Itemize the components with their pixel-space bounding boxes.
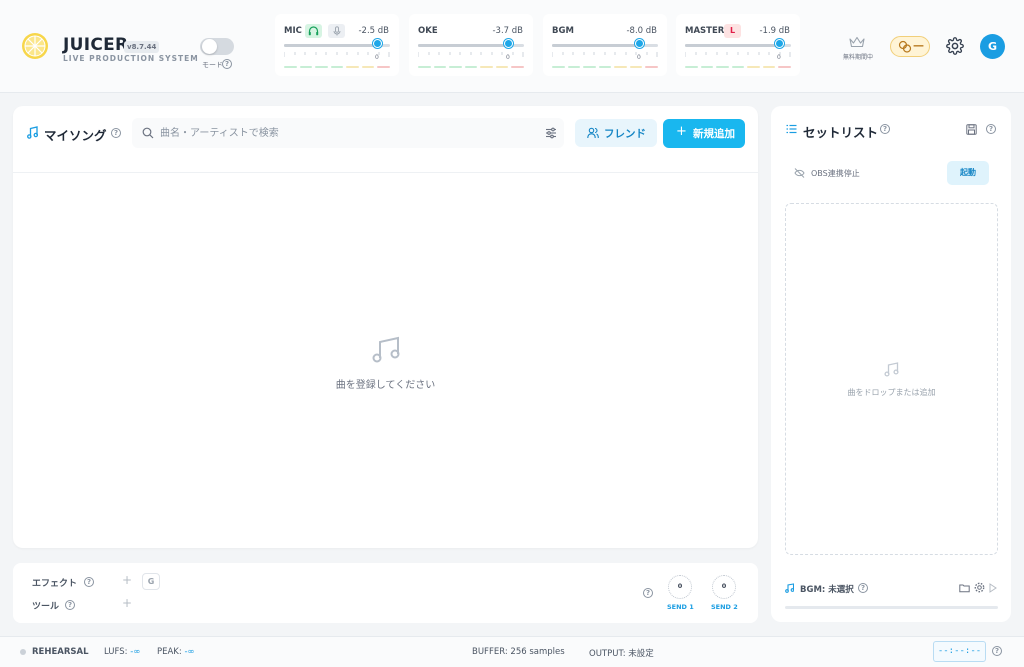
coins-icon [898,40,912,53]
divider [13,172,758,173]
app-subtitle: LIVE PRODUCTION SYSTEM [63,54,199,63]
meter-mic: MIC -2.5 dB 0 [275,14,399,76]
send-2-knob[interactable]: 0 [712,575,736,599]
meter-master: MASTER L -1.9 dB 0 [676,14,800,76]
bgm-label: BGM: 未選択 [800,585,854,595]
trial-label: 無料期間中 [843,54,874,61]
meter-name: BGM [552,26,574,36]
obs-link-off-icon [794,168,805,178]
meter-fader-fill [418,44,508,47]
meter-level-bar [552,66,659,68]
mode-toggle-knob[interactable] [202,39,217,54]
meter-zero-mark: 0 [637,54,641,61]
crown-icon[interactable] [849,36,865,48]
obs-status-label: OBS連携停止 [811,169,860,178]
meter-db-value: -1.9 dB [759,26,790,36]
plus-icon: + [676,124,687,139]
meter-db-value: -8.0 dB [626,26,657,36]
setlist-title: セットリスト [803,125,879,140]
channel-chip[interactable]: L [724,24,741,38]
send-help-icon[interactable]: ? [643,588,653,598]
meter-name: OKE [418,26,438,36]
meter-fader-knob[interactable] [373,39,382,48]
meter-fader-knob[interactable] [775,39,784,48]
song-search-input[interactable] [160,121,530,145]
headphone-monitor-icon[interactable] [305,24,322,38]
buffer-readout: BUFFER: 256 samples [472,647,565,657]
music-note-icon [27,126,38,139]
play-icon[interactable] [989,583,997,593]
meter-fader-knob[interactable] [504,39,513,48]
save-icon[interactable] [966,124,977,135]
mode-label: モード [202,61,223,69]
meter-zero-mark: 0 [777,54,781,61]
meter-fader-knob[interactable] [635,39,644,48]
meter-scale-ticks [685,52,791,57]
empty-state-message: 曲を登録してください [335,380,436,391]
meter-db-value: -3.7 dB [492,26,523,36]
tool-label: ツール [32,602,60,612]
bgm-music-note-icon [785,583,794,593]
mic-mute-icon[interactable] [328,24,345,38]
bgm-progress-bar[interactable] [785,606,998,609]
meter-zero-mark: 0 [506,54,510,61]
timecode-display[interactable]: --:--:-- [933,641,986,662]
lufs-value: -∞ [130,647,141,657]
meter-bgm: BGM -8.0 dB 0 [543,14,667,76]
meter-fader-fill [284,44,377,47]
meter-name: MIC [284,26,302,36]
settings-gear-icon[interactable] [946,37,964,55]
meter-fader-fill [552,44,639,47]
bgm-settings-gear-icon[interactable] [974,582,985,593]
statusbar-help-icon[interactable]: ? [992,646,1002,656]
drop-music-note-icon [884,362,899,377]
meter-oke: OKE -3.7 dB 0 [409,14,533,76]
send-2-label: SEND 2 [711,603,738,611]
my-songs-help-icon[interactable]: ? [111,128,121,138]
empty-music-note-icon [372,336,400,363]
user-avatar[interactable]: G [980,34,1005,59]
effect-help-icon[interactable]: ? [84,577,94,587]
obs-start-button[interactable]: 起動 [947,161,989,185]
output-readout: OUTPUT: 未設定 [589,649,654,659]
mode-status: REHEARSAL [32,647,89,657]
meter-scale-ticks [552,52,658,57]
setlist-info-icon[interactable]: ? [986,124,996,134]
meter-db-value: -2.5 dB [358,26,389,36]
setlist-drop-zone[interactable] [785,203,998,555]
add-tool-button[interactable]: + [122,596,132,610]
folder-icon[interactable] [959,583,970,593]
meter-level-bar [685,66,792,68]
send-1-knob[interactable]: 0 [668,575,692,599]
meter-level-bar [284,66,391,68]
tool-help-icon[interactable]: ? [65,600,75,610]
meter-name: MASTER [685,26,725,36]
meter-zero-mark: 0 [375,54,379,61]
list-icon [786,124,797,134]
peak-readout: PEAK: -∞ [157,647,195,657]
coin-value: — [913,39,924,52]
lufs-readout: LUFS: -∞ [104,647,141,657]
users-icon [587,127,599,139]
friends-label: フレンド [604,128,646,140]
peak-value: -∞ [184,647,195,657]
version-badge: v8.7.44 [124,41,160,53]
search-icon [142,127,154,139]
app-name: JUICER [63,35,129,55]
status-indicator-dot [20,649,26,655]
my-songs-title: マイソング [44,128,107,143]
add-effect-button[interactable]: + [122,573,132,587]
add-song-label: 新規追加 [693,128,735,140]
meter-level-bar [418,66,525,68]
drop-zone-message: 曲をドロップまたは追加 [847,388,936,397]
setlist-help-icon[interactable]: ? [880,124,890,134]
effect-chip[interactable]: G [142,573,160,590]
effect-label: エフェクト [32,579,78,589]
mode-help-icon[interactable]: ? [222,59,232,69]
bgm-help-icon[interactable]: ? [858,583,868,593]
filter-sliders-icon[interactable] [545,127,557,139]
meter-fader-fill [685,44,779,47]
lemon-logo-icon [22,33,48,59]
send-1-label: SEND 1 [667,603,694,611]
